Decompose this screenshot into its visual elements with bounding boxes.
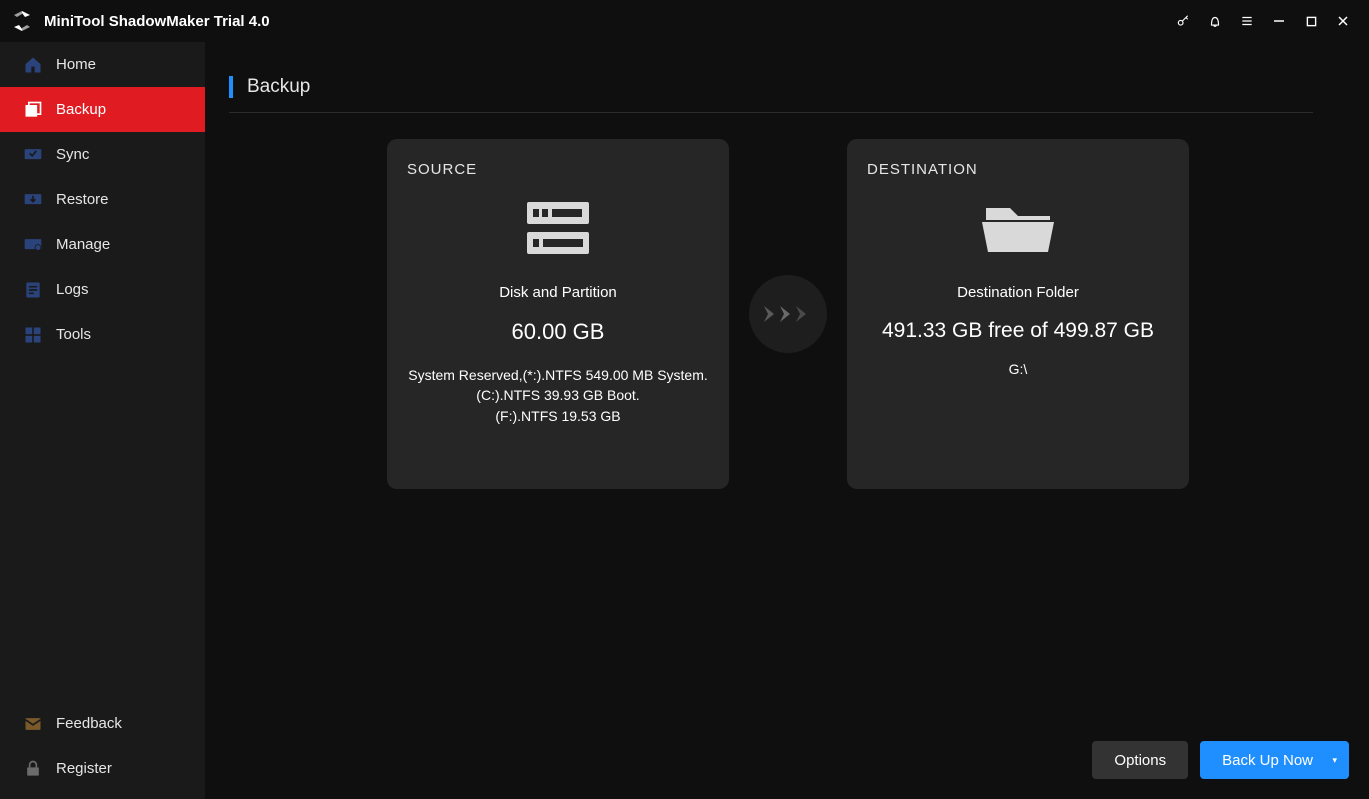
sidebar-item-label: Feedback <box>56 715 122 732</box>
heading-accent-bar <box>229 76 233 98</box>
options-button[interactable]: Options <box>1092 741 1188 779</box>
sidebar-item-label: Restore <box>56 191 109 208</box>
backup-now-button[interactable]: Back Up Now ▾ <box>1200 741 1349 779</box>
sidebar-item-tools[interactable]: Tools <box>0 312 205 357</box>
folder-icon <box>867 192 1169 264</box>
close-button[interactable] <box>1327 5 1359 37</box>
backup-icon <box>22 99 44 121</box>
sidebar-item-label: Tools <box>56 326 91 343</box>
options-button-label: Options <box>1114 752 1166 769</box>
sidebar-item-home[interactable]: Home <box>0 42 205 87</box>
sidebar-item-logs[interactable]: Logs <box>0 267 205 312</box>
sync-icon <box>22 144 44 166</box>
sidebar: Home Backup Sync Restore <box>0 42 205 799</box>
main-content: Backup SOURCE <box>205 42 1369 799</box>
notification-icon[interactable] <box>1199 5 1231 37</box>
sidebar-item-label: Manage <box>56 236 110 253</box>
source-card[interactable]: SOURCE Dis <box>387 139 729 489</box>
source-detail-line: System Reserved,(*:).NTFS 549.00 MB Syst… <box>407 365 709 385</box>
sidebar-item-label: Logs <box>56 281 89 298</box>
source-details: System Reserved,(*:).NTFS 549.00 MB Syst… <box>407 365 709 426</box>
home-icon <box>22 54 44 76</box>
source-detail-line: (C:).NTFS 39.93 GB Boot. <box>407 385 709 405</box>
source-detail-line: (F:).NTFS 19.53 GB <box>407 406 709 426</box>
sidebar-item-label: Backup <box>56 101 106 118</box>
destination-path: G:\ <box>867 361 1169 377</box>
backup-now-button-label: Back Up Now <box>1222 752 1313 769</box>
menu-icon[interactable] <box>1231 5 1263 37</box>
manage-icon <box>22 234 44 256</box>
minimize-button[interactable] <box>1263 5 1295 37</box>
destination-card[interactable]: DESTINATION Destination Folder 491.33 GB… <box>847 139 1189 489</box>
transfer-arrow-icon <box>749 275 827 353</box>
sidebar-item-label: Home <box>56 56 96 73</box>
register-icon <box>22 758 44 780</box>
page-heading: Backup <box>229 76 1313 113</box>
destination-free: 491.33 GB free of 499.87 GB <box>867 319 1169 343</box>
app-logo-icon <box>10 9 34 33</box>
destination-card-title: DESTINATION <box>867 161 1169 178</box>
disk-icon <box>407 192 709 264</box>
source-card-title: SOURCE <box>407 161 709 178</box>
logs-icon <box>22 279 44 301</box>
sidebar-item-register[interactable]: Register <box>0 746 205 791</box>
titlebar: MiniTool ShadowMaker Trial 4.0 <box>0 0 1369 42</box>
sidebar-item-label: Sync <box>56 146 89 163</box>
sidebar-item-feedback[interactable]: Feedback <box>0 701 205 746</box>
maximize-button[interactable] <box>1295 5 1327 37</box>
page-title: Backup <box>247 76 310 98</box>
app-title: MiniTool ShadowMaker Trial 4.0 <box>44 13 270 30</box>
sidebar-item-sync[interactable]: Sync <box>0 132 205 177</box>
restore-icon <box>22 189 44 211</box>
caret-down-icon: ▾ <box>1332 755 1337 766</box>
sidebar-item-backup[interactable]: Backup <box>0 87 205 132</box>
sidebar-item-restore[interactable]: Restore <box>0 177 205 222</box>
tools-icon <box>22 324 44 346</box>
footer-actions: Options Back Up Now ▾ <box>1092 741 1349 779</box>
key-icon[interactable] <box>1167 5 1199 37</box>
destination-label: Destination Folder <box>867 284 1169 301</box>
sidebar-item-manage[interactable]: Manage <box>0 222 205 267</box>
source-size: 60.00 GB <box>407 319 709 345</box>
feedback-icon <box>22 713 44 735</box>
sidebar-item-label: Register <box>56 760 112 777</box>
source-label: Disk and Partition <box>407 284 709 301</box>
